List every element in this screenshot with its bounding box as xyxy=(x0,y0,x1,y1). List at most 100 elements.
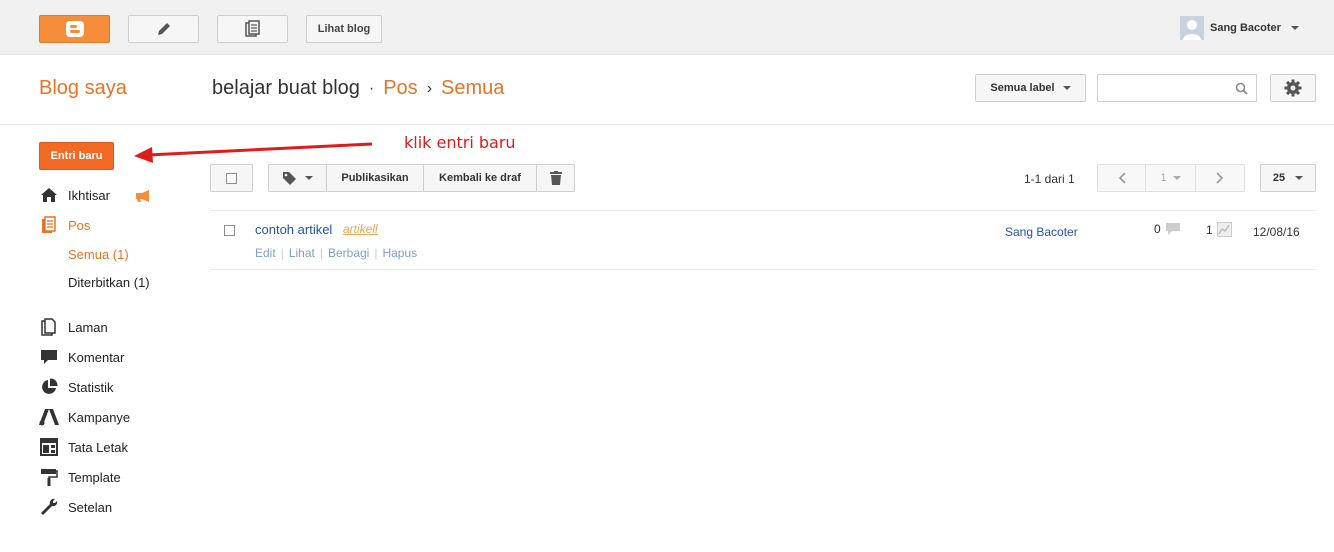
settings-button[interactable] xyxy=(1270,74,1316,102)
new-post-pencil-button[interactable] xyxy=(128,15,199,43)
blog-name-dropdown[interactable]: belajar buat blog xyxy=(212,77,360,100)
comment-count: 0 xyxy=(1154,222,1161,236)
page-select[interactable]: 1 xyxy=(1146,165,1196,191)
breadcrumb: belajar buat blog · Pos › Semua xyxy=(212,77,504,100)
megaphone-icon xyxy=(136,190,149,202)
page-header: Blog saya belajar buat blog · Pos › Semu… xyxy=(0,55,1334,125)
home-icon xyxy=(39,185,59,205)
post-author[interactable]: Sang Bacoter xyxy=(1005,225,1078,239)
new-post-button[interactable]: Entri baru xyxy=(39,142,114,170)
pages-icon xyxy=(39,317,59,337)
delete-button[interactable] xyxy=(537,165,574,191)
next-page-button[interactable] xyxy=(1196,165,1244,191)
trash-icon xyxy=(549,171,562,185)
divider xyxy=(210,210,1316,211)
gear-icon xyxy=(1284,79,1302,97)
sidebar-item-posts[interactable]: Pos xyxy=(39,215,90,235)
post-label-link[interactable]: artikell xyxy=(343,222,378,236)
share-link[interactable]: Berbagi xyxy=(328,246,369,260)
blogger-logo-button[interactable] xyxy=(39,15,110,43)
posts-list-button[interactable] xyxy=(217,15,288,43)
per-page-dropdown[interactable]: 25 xyxy=(1260,164,1316,192)
breadcrumb-all: Semua xyxy=(441,77,505,99)
post-title-link[interactable]: contoh artikel xyxy=(255,222,332,237)
paging-info: 1-1 dari 1 xyxy=(1024,172,1075,186)
layout-icon xyxy=(39,437,59,457)
my-blogs-link[interactable]: Blog saya xyxy=(39,77,127,100)
view-link[interactable]: Lihat xyxy=(289,246,315,260)
tag-icon xyxy=(283,172,296,185)
sidebar-item-label: Statistik xyxy=(68,379,114,395)
post-row-actions: Edit | Lihat | Berbagi | Hapus xyxy=(255,246,417,260)
sidebar-item-overview[interactable]: Ikhtisar xyxy=(39,185,110,205)
sidebar-subitem-published[interactable]: Diterbitkan (1) xyxy=(68,275,150,290)
search-input[interactable] xyxy=(1097,74,1257,102)
comment-icon xyxy=(39,347,59,367)
label-tag-dropdown[interactable] xyxy=(269,165,327,191)
chevron-down-icon xyxy=(305,176,313,180)
top-bar: Lihat blog Sang Bacoter xyxy=(0,0,1334,55)
wrench-icon xyxy=(39,497,59,517)
sidebar-item-campaigns[interactable]: Kampanye xyxy=(39,407,130,427)
breadcrumb-posts[interactable]: Pos xyxy=(383,77,417,100)
breadcrumb-separator: · xyxy=(368,79,375,97)
delete-link[interactable]: Hapus xyxy=(382,246,417,260)
sidebar-item-label: Komentar xyxy=(68,349,125,365)
action-separator: | xyxy=(374,246,378,260)
prev-page-button[interactable] xyxy=(1098,165,1146,191)
sidebar-item-label: Laman xyxy=(68,319,108,335)
chevron-down-icon xyxy=(1062,86,1071,90)
paint-roller-icon xyxy=(39,467,59,487)
chevron-down-icon xyxy=(1172,176,1181,180)
publish-button[interactable]: Publikasikan xyxy=(327,165,424,191)
chevron-down-icon xyxy=(1290,26,1299,30)
sidebar-item-layout[interactable]: Tata Letak xyxy=(39,437,128,457)
sidebar-item-label: Kampanye xyxy=(68,409,131,425)
sidebar-item-settings[interactable]: Setelan xyxy=(39,497,112,517)
user-name: Sang Bacoter xyxy=(1210,22,1281,34)
comment-icon xyxy=(1165,223,1180,235)
sidebar-item-template[interactable]: Template xyxy=(39,467,121,487)
action-separator: | xyxy=(280,246,284,260)
user-menu[interactable]: Sang Bacoter xyxy=(1180,16,1299,40)
post-comment-count[interactable]: 0 xyxy=(1154,222,1181,236)
pager: 1 xyxy=(1097,164,1245,192)
checkbox[interactable] xyxy=(226,172,237,184)
label-filter-text: Semua label xyxy=(990,82,1055,94)
document-icon xyxy=(244,20,260,37)
annotation-arrow xyxy=(134,142,373,163)
stats-chart-icon xyxy=(1216,222,1232,237)
sidebar-item-pages[interactable]: Laman xyxy=(39,317,108,337)
posts-icon xyxy=(39,215,59,235)
search-icon[interactable] xyxy=(1235,82,1248,95)
sidebar-item-label: Ikhtisar xyxy=(68,187,110,203)
sidebar-item-stats[interactable]: Statistik xyxy=(39,377,114,397)
breadcrumb-arrow: › xyxy=(426,79,433,97)
sidebar-item-label: Setelan xyxy=(68,499,113,515)
page-number: 1 xyxy=(1160,172,1167,184)
edit-link[interactable]: Edit xyxy=(255,246,276,260)
per-page-value: 25 xyxy=(1272,172,1286,184)
view-blog-button[interactable]: Lihat blog xyxy=(306,15,382,43)
avatar xyxy=(1180,16,1204,40)
adwords-icon xyxy=(39,407,59,427)
post-actions-toolbar: Publikasikan Kembali ke draf xyxy=(268,164,575,192)
sidebar-item-label: Pos xyxy=(68,217,91,233)
label-filter-dropdown[interactable]: Semua label xyxy=(975,74,1086,102)
chevron-right-icon xyxy=(1216,172,1224,184)
select-all-checkbox[interactable] xyxy=(210,164,253,192)
sidebar-item-comments[interactable]: Komentar xyxy=(39,347,124,367)
sidebar-item-label: Template xyxy=(68,469,121,485)
chevron-left-icon xyxy=(1118,172,1126,184)
pencil-icon xyxy=(157,23,170,35)
revert-to-draft-button[interactable]: Kembali ke draf xyxy=(424,165,537,191)
annotation-text: klik entri baru xyxy=(404,133,516,152)
chevron-down-icon xyxy=(1295,176,1304,180)
action-separator: | xyxy=(319,246,323,260)
blogger-icon xyxy=(65,21,84,37)
pie-chart-icon xyxy=(39,377,59,397)
post-row-checkbox[interactable] xyxy=(224,225,235,236)
sidebar-subitem-all[interactable]: Semua (1) xyxy=(68,247,129,262)
view-count: 1 xyxy=(1206,222,1213,237)
sidebar-item-label: Tata Letak xyxy=(68,439,128,455)
